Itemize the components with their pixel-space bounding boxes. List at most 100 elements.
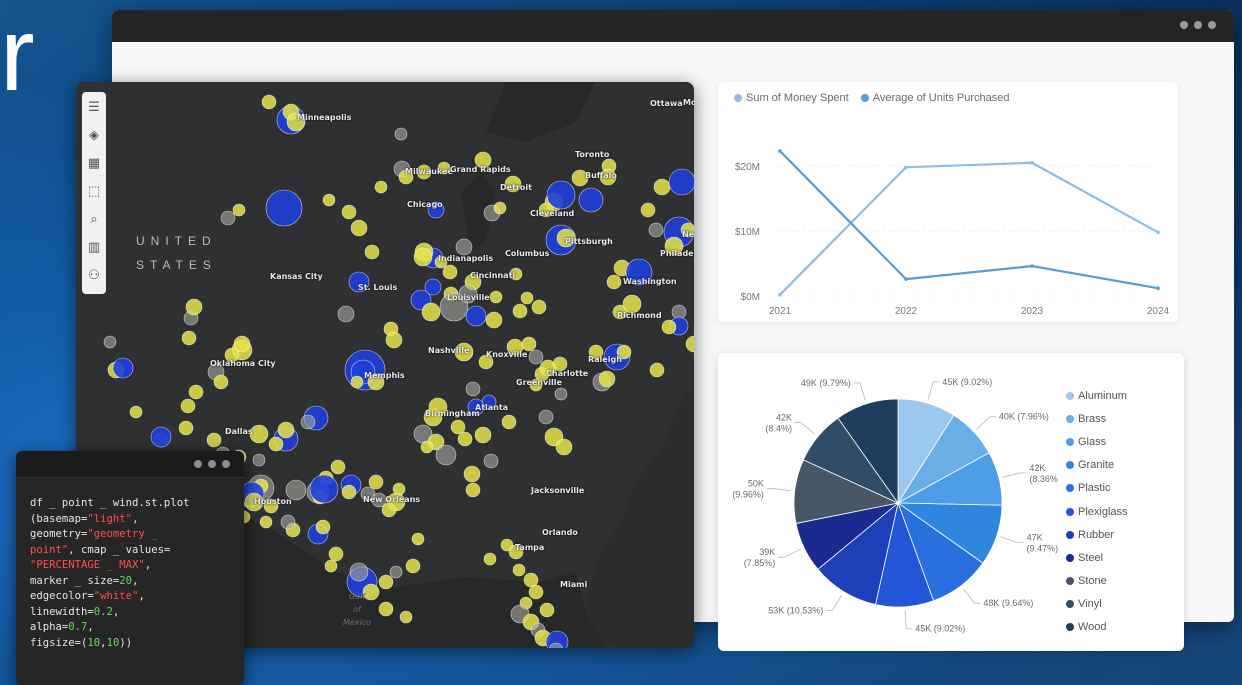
map-point[interactable] <box>389 565 403 579</box>
map-point[interactable] <box>206 432 222 448</box>
pie-legend-item[interactable]: Stone <box>1066 570 1128 593</box>
map-point[interactable] <box>455 238 473 256</box>
map-point[interactable] <box>489 290 503 304</box>
map-point[interactable] <box>309 474 339 504</box>
map-point[interactable] <box>324 559 338 573</box>
map-point[interactable] <box>528 584 544 600</box>
map-point[interactable] <box>252 453 266 467</box>
map-point[interactable] <box>521 336 537 352</box>
pie-chart[interactable]: 45K (9.02%)40K (7.96%)42K(8.36%)47K(9.47… <box>718 353 1058 651</box>
map-point[interactable] <box>411 532 425 546</box>
map-point[interactable] <box>188 384 204 400</box>
pie-legend-item[interactable]: Plastic <box>1066 477 1128 500</box>
map-point[interactable] <box>653 178 671 196</box>
map-point[interactable] <box>457 431 473 447</box>
series-point[interactable] <box>1156 286 1160 290</box>
map-point[interactable] <box>493 201 507 215</box>
map-point[interactable] <box>420 440 434 454</box>
map-point[interactable] <box>483 453 499 469</box>
map-point[interactable] <box>501 414 517 430</box>
line-chart[interactable]: $0M $10M $20M 2021 2022 2023 2024 <box>718 82 1178 322</box>
map-point[interactable] <box>413 247 433 267</box>
map-point[interactable] <box>185 298 203 316</box>
series-point[interactable] <box>1030 160 1034 165</box>
map-point[interactable] <box>578 187 604 213</box>
map-point[interactable] <box>337 305 355 323</box>
map-point[interactable] <box>378 574 394 590</box>
map-point[interactable] <box>341 484 357 500</box>
map-point[interactable] <box>463 465 481 483</box>
pie-legend-item[interactable]: Granite <box>1066 454 1128 477</box>
map-point[interactable] <box>668 168 694 196</box>
map-point[interactable] <box>350 375 364 389</box>
map-point[interactable] <box>150 426 172 448</box>
map-point[interactable] <box>394 127 408 141</box>
map-point[interactable] <box>661 319 677 335</box>
map-point[interactable] <box>483 552 497 566</box>
map-point[interactable] <box>349 562 369 582</box>
map-point[interactable] <box>392 482 406 496</box>
map-point[interactable] <box>520 291 534 305</box>
map-point[interactable] <box>649 362 665 378</box>
pie-legend-item[interactable]: Aluminum <box>1066 384 1128 407</box>
series-point[interactable] <box>778 149 782 153</box>
map-point[interactable] <box>465 381 481 397</box>
pie-legend-item[interactable]: Brass <box>1066 407 1128 430</box>
map-point[interactable] <box>232 203 246 217</box>
map-point[interactable] <box>450 419 466 435</box>
map-point[interactable] <box>328 546 344 562</box>
pie-legend-item[interactable]: Plexiglass <box>1066 500 1128 523</box>
map-point[interactable] <box>330 459 346 475</box>
menu-icon[interactable]: ☰ <box>85 96 103 118</box>
search-icon[interactable]: ⌕ <box>85 208 103 230</box>
layers-icon[interactable]: ◈ <box>85 124 103 146</box>
map-point[interactable] <box>259 515 273 529</box>
select-icon[interactable]: ⬚ <box>85 180 103 202</box>
basemap-icon[interactable]: ▦ <box>85 152 103 174</box>
code-editor[interactable]: df _ point _ wind.st.plot (basemap="light… <box>16 478 244 651</box>
map-point[interactable] <box>261 94 277 110</box>
series-line[interactable] <box>779 161 1159 296</box>
pie-legend-item[interactable]: Vinyl <box>1066 593 1128 616</box>
series-point[interactable] <box>904 277 908 281</box>
map-point[interactable] <box>265 189 303 227</box>
map-point[interactable] <box>181 330 197 346</box>
map-point[interactable] <box>648 222 664 238</box>
map-point[interactable] <box>368 474 384 490</box>
map-point[interactable] <box>640 202 656 218</box>
series-point[interactable] <box>778 292 782 297</box>
map-point[interactable] <box>554 387 568 401</box>
map-point[interactable] <box>129 405 143 419</box>
map-point[interactable] <box>606 274 622 290</box>
map-point[interactable] <box>399 610 413 624</box>
pie-legend-item[interactable]: Steel <box>1066 546 1128 569</box>
map-point[interactable] <box>220 210 236 226</box>
map-point[interactable] <box>546 180 576 210</box>
series-line[interactable] <box>779 150 1159 290</box>
chart-icon[interactable]: ▥ <box>85 236 103 258</box>
map-point[interactable] <box>112 357 134 379</box>
map-point[interactable] <box>435 444 457 466</box>
map-point[interactable] <box>280 514 296 530</box>
map-point[interactable] <box>213 374 229 390</box>
map-point[interactable] <box>178 420 194 436</box>
map-point[interactable] <box>555 438 573 456</box>
code-window-dots[interactable] <box>194 460 230 468</box>
series-point[interactable] <box>904 165 908 170</box>
map-point[interactable] <box>103 335 117 349</box>
window-menu-dots[interactable] <box>1180 21 1216 29</box>
map-point[interactable] <box>268 436 284 452</box>
user-icon[interactable]: ⚇ <box>85 264 103 286</box>
map-point[interactable] <box>465 305 487 327</box>
map-point[interactable] <box>598 370 616 388</box>
map-point[interactable] <box>528 349 544 365</box>
map-point[interactable] <box>531 299 547 315</box>
map-point[interactable] <box>512 563 526 577</box>
map-point[interactable] <box>538 409 554 425</box>
map-point[interactable] <box>350 219 368 237</box>
series-point[interactable] <box>1156 230 1160 235</box>
pie-legend-item[interactable]: Rubber <box>1066 523 1128 546</box>
map-point[interactable] <box>180 398 196 414</box>
map-point[interactable] <box>374 180 388 194</box>
map-point[interactable] <box>385 331 403 349</box>
